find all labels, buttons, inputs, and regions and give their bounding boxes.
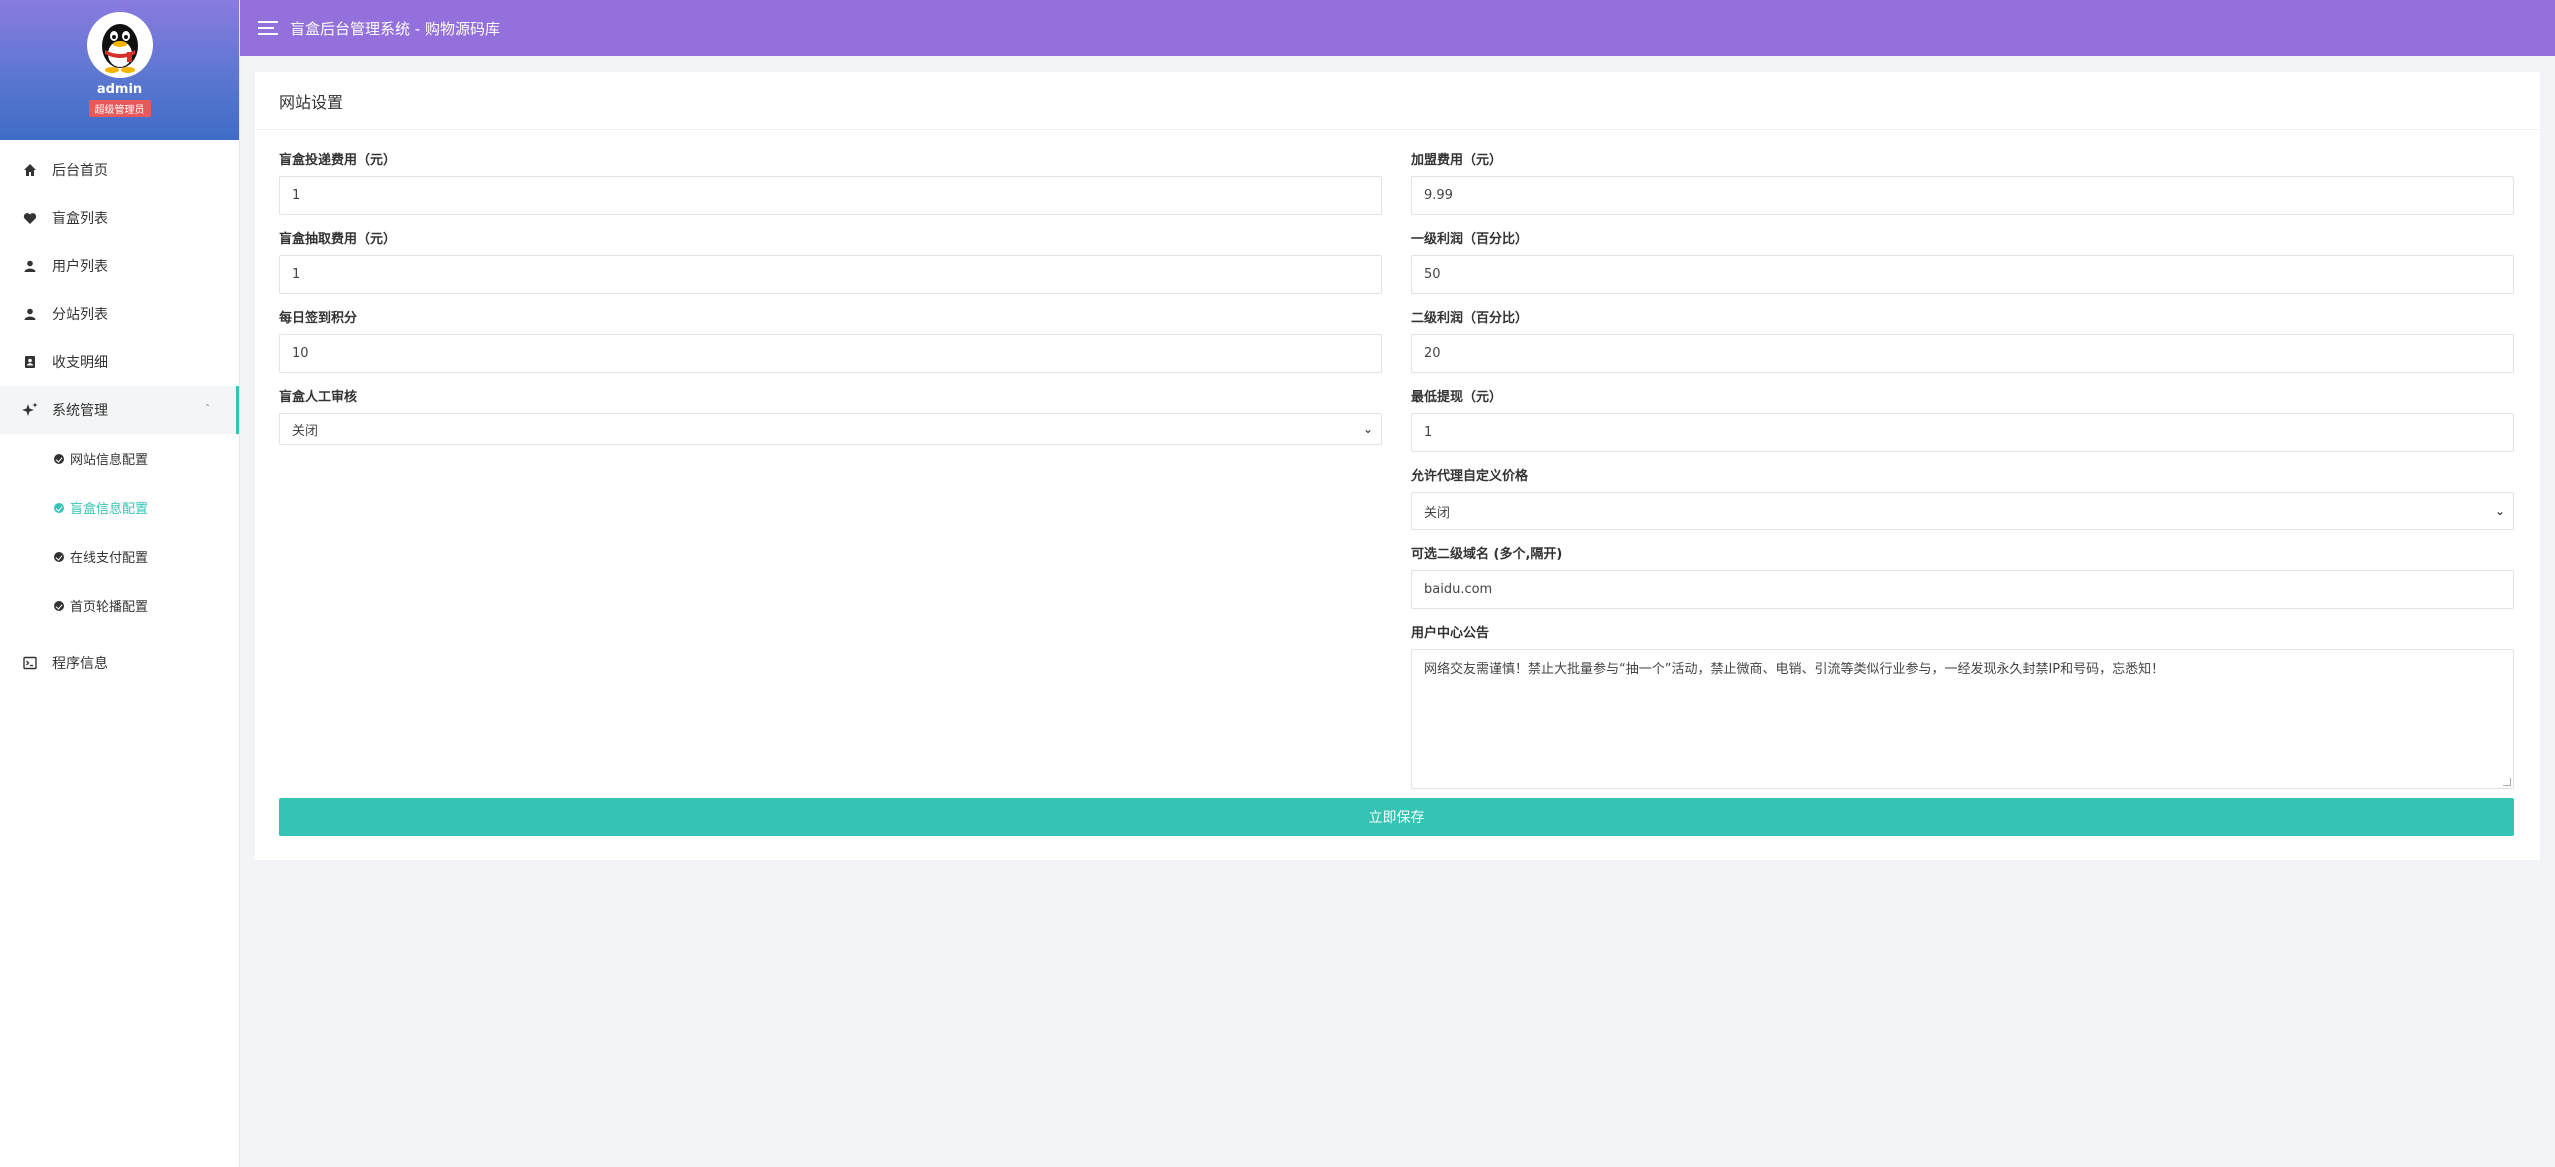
field-label: 二级利润（百分比） bbox=[1411, 311, 1529, 326]
menu-toggle-icon[interactable] bbox=[258, 21, 278, 35]
field-label: 盲盒抽取费用（元） bbox=[279, 232, 397, 247]
field-draw-fee: 盲盒抽取费用（元） 1 bbox=[279, 225, 1382, 294]
heart-icon bbox=[20, 208, 40, 228]
field-label: 一级利润（百分比） bbox=[1411, 232, 1529, 247]
deliver-fee-input[interactable]: 1 bbox=[279, 176, 1382, 215]
manual-review-select[interactable]: 关闭 ⌄ bbox=[279, 413, 1382, 445]
field-deliver-fee: 盲盒投递费用（元） 1 bbox=[279, 146, 1382, 215]
sidebar-item-label: 分站列表 bbox=[52, 307, 108, 323]
penguin-avatar-icon bbox=[101, 24, 138, 73]
min-withdraw-input[interactable]: 1 bbox=[1411, 413, 2514, 452]
sidebar-item-substation-list[interactable]: 分站列表 bbox=[0, 290, 239, 338]
page-scrollbar-track[interactable] bbox=[2543, 56, 2555, 1167]
user-icon bbox=[20, 256, 40, 276]
sidebar-item-finance-details[interactable]: 收支明细 bbox=[0, 338, 239, 386]
contacts-icon bbox=[20, 352, 40, 372]
agent-custom-price-select[interactable]: 关闭 ⌄ bbox=[1411, 492, 2514, 530]
subnav-item-label: 网站信息配置 bbox=[70, 453, 149, 468]
check-circle-icon bbox=[54, 551, 64, 562]
field-join-fee: 加盟费用（元） 9.99 bbox=[1411, 146, 2514, 215]
check-circle-icon bbox=[54, 502, 64, 513]
sidebar-item-system-management[interactable]: 系统管理 ˆ bbox=[0, 386, 239, 434]
level1-profit-input[interactable]: 50 bbox=[1411, 255, 2514, 294]
sidebar-item-program-info[interactable]: 程序信息 bbox=[0, 636, 239, 690]
field-label: 每日签到积分 bbox=[279, 311, 358, 326]
checkin-points-input[interactable]: 10 bbox=[279, 334, 1382, 373]
field-checkin-points: 每日签到积分 10 bbox=[279, 304, 1382, 373]
settings-right-column: 加盟费用（元） 9.99 一级利润（百分比） 50 二级利润（百分比） 20 最… bbox=[1411, 146, 2514, 789]
top-bar: 盲盒后台管理系统 - 购物源码库 bbox=[240, 0, 2555, 56]
field-manual-review: 盲盒人工审核 关闭 ⌄ bbox=[279, 383, 1382, 445]
field-label: 可选二级域名 (多个,隔开) bbox=[1411, 547, 1563, 562]
field-min-withdraw: 最低提现（元） 1 bbox=[1411, 383, 2514, 452]
select-value: 关闭 bbox=[1424, 505, 1451, 521]
sidebar-item-label: 后台首页 bbox=[52, 163, 108, 179]
home-icon bbox=[20, 160, 40, 180]
field-label: 最低提现（元） bbox=[1411, 390, 1503, 405]
sidebar-item-blindbox-list[interactable]: 盲盒列表 bbox=[0, 194, 239, 242]
subnav-item-label: 首页轮播配置 bbox=[70, 600, 149, 615]
field-label: 允许代理自定义价格 bbox=[1411, 469, 1529, 484]
notice-text: 网络交友需谨慎！禁止大批量参与“抽一个”活动，禁止微商、电销、引流等类似行业参与… bbox=[1424, 662, 2165, 677]
select-value: 关闭 bbox=[292, 423, 319, 439]
field-level1-profit: 一级利润（百分比） 50 bbox=[1411, 225, 2514, 294]
sidebar-nav: 后台首页 盲盒列表 用户列表 分站列表 收支明细 系统管理 ˆ bbox=[0, 140, 239, 434]
settings-card: 网站设置 盲盒投递费用（元） 1 盲盒抽取费用（元） 1 每日签到积分 10 盲… bbox=[255, 72, 2540, 860]
check-circle-icon bbox=[54, 453, 64, 464]
field-agent-custom-price: 允许代理自定义价格 关闭 ⌄ bbox=[1411, 462, 2514, 530]
card-title: 网站设置 bbox=[255, 72, 2540, 130]
app-title: 盲盒后台管理系统 - 购物源码库 bbox=[290, 19, 500, 38]
sidebar-item-label: 系统管理 bbox=[52, 403, 108, 419]
join-fee-input[interactable]: 9.99 bbox=[1411, 176, 2514, 215]
sidebar-item-dashboard[interactable]: 后台首页 bbox=[0, 146, 239, 194]
field-label: 盲盒人工审核 bbox=[279, 390, 358, 405]
field-label: 用户中心公告 bbox=[1411, 626, 1490, 641]
field-label: 加盟费用（元） bbox=[1411, 153, 1503, 168]
sidebar-item-label: 程序信息 bbox=[52, 656, 108, 672]
sidebar-item-user-list[interactable]: 用户列表 bbox=[0, 242, 239, 290]
avatar[interactable] bbox=[86, 12, 153, 78]
sidebar-subnav: 网站信息配置 盲盒信息配置 在线支付配置 首页轮播配置 bbox=[0, 434, 239, 630]
terminal-icon bbox=[20, 653, 40, 673]
profile-panel: admin 超级管理员 bbox=[0, 0, 239, 140]
chevron-down-icon: ⌄ bbox=[1362, 422, 1373, 436]
resize-handle-icon[interactable] bbox=[2503, 778, 2511, 786]
subnav-item-banner-config[interactable]: 首页轮播配置 bbox=[0, 581, 239, 630]
level2-profit-input[interactable]: 20 bbox=[1411, 334, 2514, 373]
sidebar-nav-bottom: 程序信息 bbox=[0, 630, 239, 690]
admin-name: admin bbox=[96, 82, 143, 97]
sidebar-item-label: 盲盒列表 bbox=[52, 211, 108, 227]
chevron-down-icon: ⌄ bbox=[2494, 504, 2505, 518]
subnav-item-label: 在线支付配置 bbox=[70, 551, 149, 566]
sidebar-item-label: 用户列表 bbox=[52, 259, 108, 275]
subnav-item-payment-config[interactable]: 在线支付配置 bbox=[0, 532, 239, 581]
field-subdomains: 可选二级域名 (多个,隔开) baidu.com bbox=[1411, 540, 2514, 609]
check-circle-icon bbox=[54, 600, 64, 611]
field-notice: 用户中心公告 网络交友需谨慎！禁止大批量参与“抽一个”活动，禁止微商、电销、引流… bbox=[1411, 619, 2514, 789]
admin-role-badge: 超级管理员 bbox=[88, 100, 151, 117]
user-icon bbox=[20, 304, 40, 324]
field-level2-profit: 二级利润（百分比） 20 bbox=[1411, 304, 2514, 373]
draw-fee-input[interactable]: 1 bbox=[279, 255, 1382, 294]
sparkle-icon bbox=[20, 400, 40, 420]
field-label: 盲盒投递费用（元） bbox=[279, 153, 397, 168]
subnav-item-blindbox-config[interactable]: 盲盒信息配置 bbox=[0, 483, 239, 532]
settings-left-column: 盲盒投递费用（元） 1 盲盒抽取费用（元） 1 每日签到积分 10 盲盒人工审核… bbox=[279, 146, 1382, 455]
notice-textarea[interactable]: 网络交友需谨慎！禁止大批量参与“抽一个”活动，禁止微商、电销、引流等类似行业参与… bbox=[1411, 649, 2514, 789]
save-button[interactable]: 立即保存 bbox=[279, 798, 2514, 836]
subdomains-input[interactable]: baidu.com bbox=[1411, 570, 2514, 609]
subnav-item-label: 盲盒信息配置 bbox=[70, 502, 149, 517]
sidebar: admin 超级管理员 后台首页 盲盒列表 用户列表 分站列表 收支明细 系统管… bbox=[0, 0, 240, 1167]
subnav-item-site-config[interactable]: 网站信息配置 bbox=[0, 434, 239, 483]
sidebar-item-label: 收支明细 bbox=[52, 355, 108, 371]
chevron-up-icon: ˆ bbox=[205, 404, 210, 415]
